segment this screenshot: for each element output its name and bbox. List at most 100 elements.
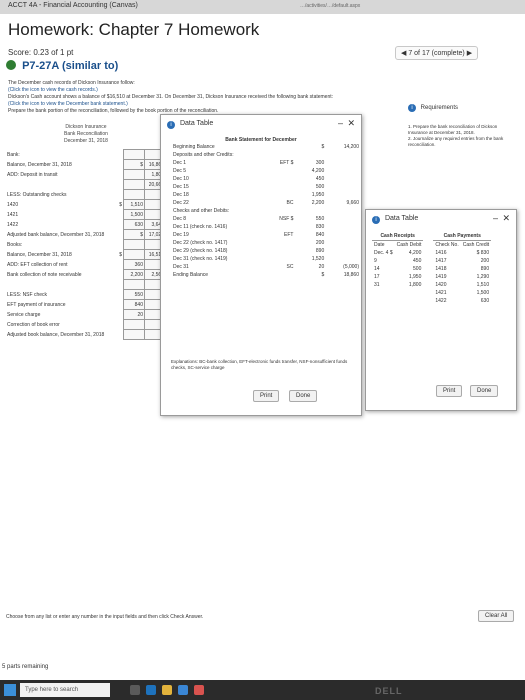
statement-cell: 450	[315, 176, 325, 182]
recon-amount-input[interactable]	[123, 319, 145, 330]
cash-row: 9 450 1417 200	[372, 257, 491, 265]
minimize-icon[interactable]: –	[338, 118, 343, 128]
browser-tab[interactable]: ACCT 4A - Financial Accounting (Canvas)	[8, 2, 138, 9]
statement-cell: 20	[318, 264, 325, 270]
recon-amount-input[interactable]	[123, 149, 145, 160]
recon-row: Service charge 20	[6, 309, 166, 320]
statement-cell: EFT $	[279, 160, 294, 166]
cash-cell: 890	[480, 266, 490, 272]
cash-cell	[423, 289, 433, 297]
recon-label: ADD: EFT collection of rent	[7, 261, 68, 268]
cash-cell	[423, 281, 433, 289]
recon-label: EFT payment of insurance	[7, 301, 66, 308]
statement-row: Ending Balance $18,860	[171, 271, 361, 279]
recon-amount-input[interactable]: $	[123, 229, 145, 240]
parts-remaining: 5 parts remaining	[2, 664, 49, 670]
windows-start-icon[interactable]	[4, 684, 16, 696]
statement-cell: EFT	[284, 232, 294, 238]
recon-amount-input[interactable]: 630	[123, 219, 145, 230]
receipts-heading: Cash Receipts	[372, 232, 424, 241]
recon-label: Balance, December 31, 2018	[7, 251, 72, 258]
page-title: Homework: Chapter 7 Homework	[8, 20, 260, 39]
recon-amount-input[interactable]: $	[123, 159, 145, 170]
recon-amount-input[interactable]: 2,200	[123, 269, 145, 280]
statement-cell: Dec 1	[173, 160, 187, 166]
statement-cell: 300	[315, 160, 325, 166]
recon-row: Bank:	[6, 149, 166, 160]
recon-amount-input[interactable]	[123, 169, 145, 180]
cash-cell: 1416	[435, 250, 447, 256]
store-icon[interactable]	[178, 685, 188, 695]
edge-icon[interactable]	[146, 685, 156, 695]
statement-cell	[267, 223, 295, 231]
statement-cell: 1,950	[311, 192, 325, 198]
cash-cell	[395, 289, 424, 297]
task-view-icon[interactable]	[130, 685, 140, 695]
statement-cell	[267, 183, 295, 191]
cash-cell: 630	[480, 298, 490, 304]
statement-cell: 840	[315, 232, 325, 238]
minimize-icon[interactable]: –	[493, 213, 498, 223]
recon-amount-input[interactable]: 20	[123, 309, 145, 320]
recon-label: 1420	[7, 201, 19, 208]
cash-cell	[423, 265, 433, 273]
statement-cell: Dec 15	[173, 184, 189, 190]
recon-amount-input[interactable]	[123, 239, 145, 250]
recon-amount-input[interactable]	[123, 279, 145, 290]
statement-cell: SC	[286, 264, 294, 270]
statement-cell	[326, 255, 361, 263]
recon-amount-input[interactable]	[123, 189, 145, 200]
cash-cell: 17	[374, 274, 380, 280]
chrome-icon[interactable]	[194, 685, 204, 695]
file-explorer-icon[interactable]	[162, 685, 172, 695]
recon-row: ADD: EFT collection of rent 360	[6, 259, 166, 270]
requirements-link[interactable]: i Requirements	[408, 104, 516, 124]
statement-cell: Ending Balance	[173, 272, 209, 278]
taskbar-search[interactable]: Type here to search	[20, 683, 110, 697]
cash-cell	[372, 297, 395, 305]
done-button[interactable]: Done	[289, 390, 318, 402]
recon-amount-input[interactable]: 550	[123, 289, 145, 300]
statement-cell: 9,660	[346, 200, 359, 206]
cash-records-link[interactable]: (Click the icon to view the cash records…	[8, 87, 398, 94]
requirement-2: 2. Journalize any required entries from …	[408, 136, 504, 147]
statement-cell	[326, 151, 361, 159]
address-bar[interactable]: …/activities/…/default.aspx	[300, 3, 360, 9]
next-arrow-icon[interactable]: ▶	[467, 50, 472, 57]
recon-label: ADD: Deposit in transit	[7, 171, 58, 178]
homework-page: Homework: Chapter 7 Homework Score: 0.23…	[0, 14, 525, 680]
payments-heading: Cash Payments	[433, 232, 492, 241]
print-button[interactable]: Print	[253, 390, 280, 402]
statement-cell	[267, 191, 295, 199]
question-nav[interactable]: ◀ 7 of 17 (complete) ▶	[395, 46, 479, 60]
close-icon[interactable]: ✕	[502, 213, 510, 224]
clear-all-button[interactable]: Clear All	[478, 610, 515, 622]
recon-amount-input[interactable]	[123, 329, 145, 340]
statement-cell: Dec 19	[173, 232, 189, 238]
statement-cell	[267, 167, 295, 175]
recon-label: Bank collection of note receivable	[7, 271, 82, 278]
recon-amount-input[interactable]: 360	[123, 259, 145, 270]
recon-amount-input[interactable]	[123, 249, 145, 260]
recon-row: LESS: Outstanding checks	[6, 189, 166, 200]
statement-row: Dec 31 SC 20 (5,000)	[171, 263, 361, 271]
col-header: Check No.	[435, 242, 459, 248]
recon-amount-input[interactable]: 1,510	[123, 199, 145, 210]
print-button[interactable]: Print	[436, 385, 463, 397]
bank-statement-link[interactable]: (Click the icon to view the December ban…	[8, 101, 398, 108]
statement-cell	[267, 143, 295, 151]
statement-cell: 2,200	[311, 200, 325, 206]
statement-cell	[326, 167, 361, 175]
requirement-1: 1. Prepare the bank reconciliation of Di…	[408, 124, 498, 135]
close-icon[interactable]: ✕	[347, 118, 355, 129]
cash-records-table: Cash Receipts Cash Payments Date Cash De…	[372, 232, 492, 305]
statement-cell	[326, 223, 361, 231]
recon-amount-input[interactable]: 1,500	[123, 209, 145, 220]
statement-cell: Dec 22	[173, 200, 189, 206]
recon-amount-input[interactable]	[123, 179, 145, 190]
done-button[interactable]: Done	[470, 385, 499, 397]
recon-label: Books:	[7, 241, 23, 248]
recon-amount-input[interactable]: 840	[123, 299, 145, 310]
recon-label: LESS: NSF check	[7, 291, 48, 298]
statement-row: Checks and other Debits:	[171, 207, 361, 215]
